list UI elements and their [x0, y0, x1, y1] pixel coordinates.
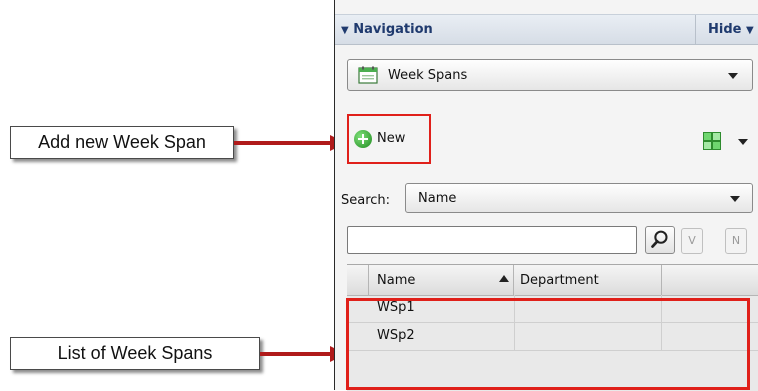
magnifier-icon — [651, 230, 668, 248]
new-button-label: New — [377, 131, 406, 146]
table-row[interactable]: WSp2 — [347, 323, 758, 351]
grid-header: Name Department — [347, 265, 758, 296]
chevron-down-icon[interactable] — [738, 139, 748, 145]
row-separator — [661, 323, 662, 350]
grid-select-column[interactable] — [347, 265, 369, 295]
table-row[interactable]: WSp1 — [347, 295, 758, 323]
search-label: Search: — [341, 193, 391, 208]
grid-header-name[interactable]: Name — [369, 265, 514, 295]
chevron-down-icon — [730, 196, 740, 202]
grid-view-icon[interactable] — [703, 132, 721, 150]
callout-list-text: List of Week Spans — [57, 343, 213, 363]
search-button[interactable] — [645, 226, 675, 254]
n-button[interactable]: N — [725, 228, 747, 254]
row-separator — [514, 323, 515, 350]
navigation-panel: ▼ Navigation Hide ▼ Week Spans New Searc… — [334, 0, 758, 391]
collapse-triangle-icon: ▼ — [341, 25, 349, 36]
sort-ascending-icon — [499, 275, 509, 282]
view-selector-value: Week Spans — [388, 68, 468, 83]
plus-circle-icon — [354, 130, 372, 148]
callout-arrow-line — [260, 352, 330, 356]
callout-arrow-line — [234, 141, 330, 145]
new-button[interactable]: New — [347, 114, 431, 164]
search-field-value: Name — [418, 191, 457, 206]
callout-add-new-text: Add new Week Span — [38, 132, 206, 152]
row-separator — [661, 295, 662, 322]
row-name-cell: WSp2 — [377, 328, 415, 343]
callout-add-new-week-span: Add new Week Span — [10, 126, 234, 159]
chevron-down-icon: ▼ — [746, 25, 754, 36]
chevron-down-icon — [728, 73, 738, 79]
callout-list-of-week-spans: List of Week Spans — [10, 337, 260, 370]
view-selector-dropdown[interactable]: Week Spans — [347, 59, 753, 91]
navigation-title: ▼ Navigation — [341, 22, 433, 37]
week-spans-grid: Name Department WSp1 WSp2 — [347, 264, 758, 391]
row-name-cell: WSp1 — [377, 300, 415, 315]
search-field-dropdown[interactable]: Name — [405, 183, 753, 213]
hide-button[interactable]: Hide ▼ — [695, 15, 754, 45]
calendar-icon — [358, 66, 378, 84]
navigation-header[interactable]: ▼ Navigation Hide ▼ — [335, 14, 758, 45]
search-input[interactable] — [347, 226, 637, 254]
v-button[interactable]: V — [681, 228, 703, 254]
row-separator — [514, 295, 515, 322]
grid-header-department[interactable]: Department — [514, 265, 662, 295]
